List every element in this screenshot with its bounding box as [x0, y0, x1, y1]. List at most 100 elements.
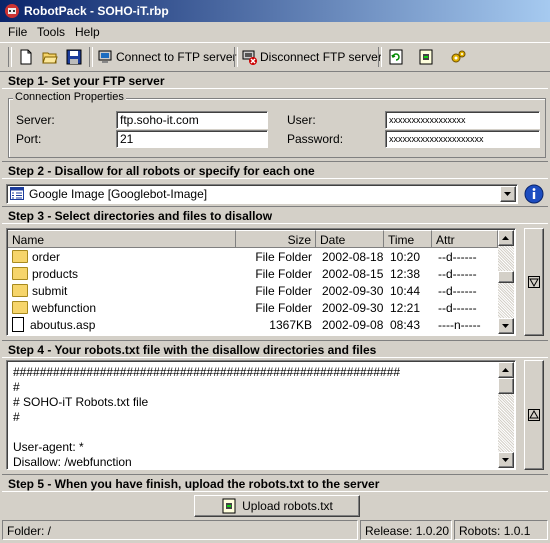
save-disk-icon: [66, 49, 82, 65]
cell-time-text: 12:21: [390, 301, 421, 315]
cell-attr: --d------: [438, 266, 498, 283]
robot-select[interactable]: Google Image [Googlebot-Image]: [6, 184, 518, 204]
cell-attr-text: --d------: [438, 267, 477, 281]
robots-txt-line: [13, 425, 493, 440]
file-list-scroll-down-button[interactable]: [498, 318, 514, 334]
column-date[interactable]: Date: [316, 230, 384, 248]
cell-attr-text: --d------: [438, 284, 477, 298]
upload-robots-label: Upload robots.txt: [242, 499, 333, 513]
column-name[interactable]: Name: [8, 230, 236, 248]
cell-name-text: order: [32, 250, 61, 264]
status-robots: Robots: 1.0.1: [454, 520, 548, 540]
new-button[interactable]: [18, 47, 37, 67]
cell-name: webfunction: [12, 300, 234, 317]
user-input[interactable]: [385, 111, 540, 129]
arrow-up-box-icon: [528, 409, 540, 421]
robots-txt-line: #: [13, 380, 20, 394]
cell-time-text: 10:20: [390, 250, 421, 264]
cell-size: File Folder: [236, 283, 312, 300]
remove-disallow-button[interactable]: [524, 360, 544, 470]
robots-txt-line: User-agent: *: [13, 440, 84, 454]
cell-time: 08:43: [390, 317, 434, 334]
robots-txt-scroll-down-button[interactable]: [498, 452, 514, 468]
robots-txt-line: #: [13, 410, 20, 424]
cell-size-text: File Folder: [255, 301, 312, 315]
open-button[interactable]: [42, 47, 61, 67]
server-input[interactable]: [116, 111, 268, 129]
table-row[interactable]: products File Folder 2002-08-15 12:38 --d---…: [8, 266, 496, 283]
refresh-icon: [389, 49, 403, 65]
robot-list-icon: [10, 187, 24, 200]
robot-select-value: Google Image [Googlebot-Image]: [29, 187, 208, 201]
cell-attr: --d------: [438, 249, 498, 266]
refresh-button[interactable]: [388, 47, 407, 67]
cell-time-text: 10:44: [390, 284, 421, 298]
step4-header: Step 4 - Your robots.txt file with the d…: [2, 340, 548, 358]
settings-button[interactable]: [450, 47, 469, 67]
step5-header: Step 5 - When you have finish, upload th…: [2, 474, 548, 492]
file-list-scroll-up-button[interactable]: [498, 230, 514, 246]
port-input[interactable]: [116, 130, 268, 148]
arrow-down-box-icon: [528, 276, 540, 288]
status-release: Release: 1.0.20: [360, 520, 452, 540]
password-input[interactable]: [385, 130, 540, 148]
toolbar-separator: [89, 47, 93, 67]
robot-file-icon: [419, 49, 433, 65]
step1-header: Step 1- Set your FTP server: [2, 71, 548, 89]
cell-name-text: products: [32, 267, 79, 281]
upload-robots-button[interactable]: Upload robots.txt: [194, 495, 360, 517]
gears-icon: [451, 50, 466, 63]
cell-name-text: submit: [32, 284, 68, 298]
robots-txt-line: Disallow: /webfunction: [13, 455, 132, 469]
cell-date: 2002-09-30: [322, 283, 386, 300]
password-label: Password:: [287, 132, 344, 146]
robots-txt-content: ########################################…: [13, 365, 493, 469]
save-button[interactable]: [66, 47, 85, 67]
open-folder-icon: [42, 52, 58, 64]
cell-name-text: aboutus.asp: [30, 318, 96, 332]
cell-date-text: 2002-09-08: [322, 318, 384, 332]
chevron-down-icon: [504, 191, 511, 196]
disconnect-ftp-label: Disconnect FTP server: [260, 50, 382, 64]
cell-attr: --d------: [438, 283, 498, 300]
toolbar-separator: [378, 47, 382, 67]
add-disallow-button[interactable]: [524, 228, 544, 336]
cell-size: File Folder: [236, 266, 312, 283]
cell-time: 10:20: [390, 249, 434, 266]
cell-name: submit: [12, 283, 234, 300]
scroll-up-arrow-icon: [502, 367, 509, 372]
connect-ftp-button[interactable]: Connect to FTP server: [97, 47, 237, 67]
scroll-down-arrow-icon: [502, 457, 509, 462]
table-row[interactable]: aboutus.asp 1367KB 2002-09-08 08:43 ----n---…: [8, 317, 496, 334]
menu-bar: File Tools Help: [0, 22, 550, 42]
table-row[interactable]: webfunction File Folder 2002-09-30 12:21 --d…: [8, 300, 496, 317]
cell-time-text: 08:43: [390, 318, 421, 332]
file-list-scroll-thumb[interactable]: [498, 271, 514, 283]
robots-txt-scroll-up-button[interactable]: [498, 362, 514, 378]
table-row[interactable]: order File Folder 2002-08-18 10:20 --d------: [8, 249, 496, 266]
table-row[interactable]: submit File Folder 2002-09-30 10:44 --d-----…: [8, 283, 496, 300]
cell-size: 1367KB: [236, 317, 312, 334]
column-time[interactable]: Time: [384, 230, 432, 248]
file-list-body: order File Folder 2002-08-18 10:20 --d------…: [8, 249, 498, 335]
menu-file[interactable]: File: [8, 25, 27, 39]
robot-file-button[interactable]: [418, 47, 437, 67]
cell-size-text: File Folder: [255, 267, 312, 281]
menu-help[interactable]: Help: [75, 25, 100, 39]
file-list[interactable]: Name Size Date Time Attr order File Folde…: [6, 228, 516, 336]
robot-select-dropdown-button[interactable]: [500, 186, 516, 202]
disconnect-ftp-button[interactable]: Disconnect FTP server: [241, 47, 382, 67]
scroll-down-arrow-icon: [502, 323, 509, 328]
connection-properties-title: Connection Properties: [13, 91, 126, 103]
robots-txt-scroll-thumb[interactable]: [498, 378, 514, 394]
cell-size: File Folder: [236, 300, 312, 317]
computer-disconnect-icon: [242, 50, 257, 65]
info-icon[interactable]: [524, 184, 544, 204]
new-document-icon: [20, 49, 32, 65]
column-attr[interactable]: Attr: [432, 230, 498, 248]
cell-size-text: File Folder: [255, 284, 312, 298]
robots-txt-editor[interactable]: ########################################…: [6, 360, 516, 470]
column-size[interactable]: Size: [236, 230, 316, 248]
cell-name: order: [12, 249, 234, 266]
menu-tools[interactable]: Tools: [37, 25, 65, 39]
